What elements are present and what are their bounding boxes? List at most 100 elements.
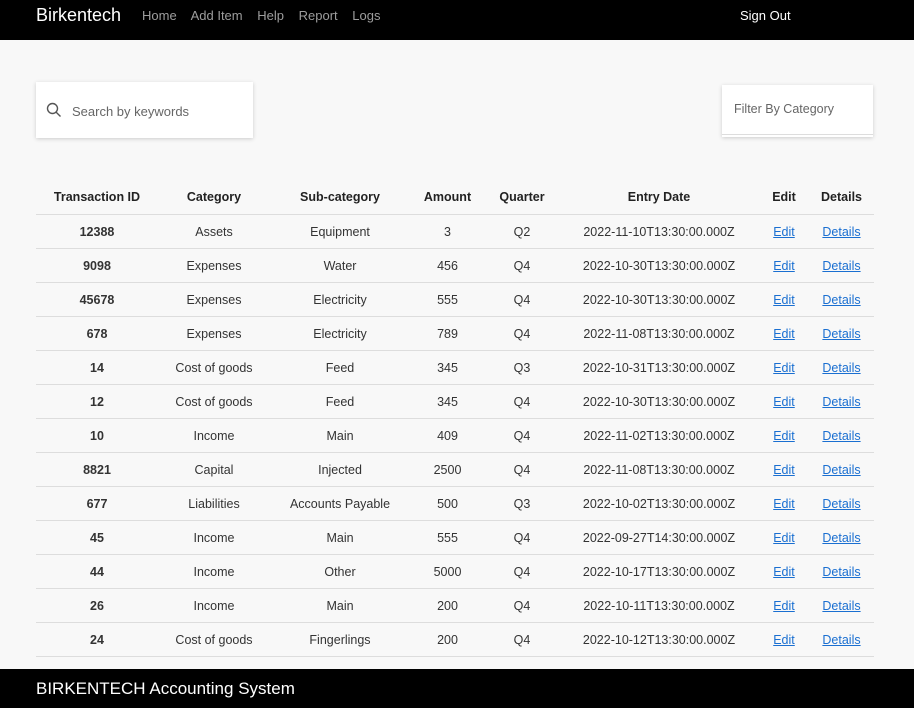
transaction-id-cell: 8821 bbox=[36, 452, 158, 487]
table-row: 24 Cost of goods Fingerlings 200 Q4 2022-10-1… bbox=[36, 622, 874, 657]
details-link[interactable]: Details bbox=[822, 599, 860, 613]
brand-logo[interactable]: Birkentech bbox=[36, 5, 121, 26]
details-link[interactable]: Details bbox=[822, 565, 860, 579]
quarter-cell: Q3 bbox=[485, 486, 559, 521]
search-box bbox=[36, 82, 253, 138]
search-icon bbox=[46, 102, 62, 123]
details-cell: Details bbox=[809, 214, 874, 249]
category-cell: Assets bbox=[158, 214, 270, 249]
details-link[interactable]: Details bbox=[822, 497, 860, 511]
details-cell: Details bbox=[809, 316, 874, 351]
table-row: 677 Liabilities Accounts Payable 500 Q3 2022-… bbox=[36, 486, 874, 521]
filter-placeholder: Filter By Category bbox=[734, 102, 835, 116]
transaction-id-cell: 677 bbox=[36, 486, 158, 521]
details-link[interactable]: Details bbox=[822, 429, 860, 443]
edit-link[interactable]: Edit bbox=[773, 293, 795, 307]
quarter-cell: Q4 bbox=[485, 554, 559, 589]
amount-cell: 345 bbox=[410, 384, 485, 419]
amount-cell: 409 bbox=[410, 418, 485, 453]
sub-category-cell: Main bbox=[270, 418, 410, 453]
edit-cell: Edit bbox=[759, 316, 809, 351]
sub-category-cell: Accounts Payable bbox=[270, 486, 410, 521]
edit-cell: Edit bbox=[759, 520, 809, 555]
category-cell: Cost of goods bbox=[158, 384, 270, 419]
nav-help-link[interactable]: Help bbox=[257, 8, 284, 23]
category-cell: Income bbox=[158, 520, 270, 555]
table-row: 45 Income Main 555 Q4 2022-09-27T14:30:00.000… bbox=[36, 520, 874, 555]
entry-date-cell: 2022-09-27T14:30:00.000Z bbox=[559, 520, 759, 555]
details-link[interactable]: Details bbox=[822, 531, 860, 545]
category-cell: Expenses bbox=[158, 316, 270, 351]
details-cell: Details bbox=[809, 622, 874, 657]
details-link[interactable]: Details bbox=[822, 361, 860, 375]
details-cell: Details bbox=[809, 588, 874, 623]
details-cell: Details bbox=[809, 384, 874, 419]
amount-cell: 789 bbox=[410, 316, 485, 351]
details-link[interactable]: Details bbox=[822, 633, 860, 647]
entry-date-cell: 2022-11-10T13:30:00.000Z bbox=[559, 214, 759, 249]
edit-link[interactable]: Edit bbox=[773, 327, 795, 341]
nav-home-link[interactable]: Home bbox=[142, 8, 177, 23]
edit-cell: Edit bbox=[759, 486, 809, 521]
edit-link[interactable]: Edit bbox=[773, 259, 795, 273]
amount-cell: 555 bbox=[410, 282, 485, 317]
quarter-cell: Q4 bbox=[485, 248, 559, 283]
transaction-id-cell: 12388 bbox=[36, 214, 158, 249]
filter-by-category-select[interactable]: Filter By Category bbox=[722, 85, 873, 137]
search-input[interactable] bbox=[70, 99, 244, 123]
details-cell: Details bbox=[809, 452, 874, 487]
edit-cell: Edit bbox=[759, 554, 809, 589]
category-cell: Capital bbox=[158, 452, 270, 487]
details-link[interactable]: Details bbox=[822, 259, 860, 273]
edit-link[interactable]: Edit bbox=[773, 361, 795, 375]
nav-logs-link[interactable]: Logs bbox=[352, 8, 380, 23]
header-details: Details bbox=[809, 180, 874, 215]
edit-link[interactable]: Edit bbox=[773, 565, 795, 579]
quarter-cell: Q4 bbox=[485, 588, 559, 623]
details-link[interactable]: Details bbox=[822, 225, 860, 239]
details-link[interactable]: Details bbox=[822, 463, 860, 477]
nav-report-link[interactable]: Report bbox=[299, 8, 338, 23]
details-link[interactable]: Details bbox=[822, 293, 860, 307]
sub-category-cell: Equipment bbox=[270, 214, 410, 249]
category-cell: Income bbox=[158, 554, 270, 589]
filter-underline bbox=[722, 134, 873, 135]
quarter-cell: Q4 bbox=[485, 384, 559, 419]
edit-link[interactable]: Edit bbox=[773, 463, 795, 477]
edit-link[interactable]: Edit bbox=[773, 497, 795, 511]
edit-link[interactable]: Edit bbox=[773, 429, 795, 443]
sub-category-cell: Fingerlings bbox=[270, 622, 410, 657]
table-row: 26 Income Main 200 Q4 2022-10-11T13:30:00.000… bbox=[36, 588, 874, 623]
footer: BIRKENTECH Accounting System bbox=[0, 669, 914, 708]
transaction-id-cell: 45678 bbox=[36, 282, 158, 317]
category-cell: Liabilities bbox=[158, 486, 270, 521]
transaction-id-cell: 24 bbox=[36, 622, 158, 657]
amount-cell: 500 bbox=[410, 486, 485, 521]
table-header-row: Transaction ID Category Sub-category Amo… bbox=[36, 180, 874, 215]
header-amount: Amount bbox=[410, 180, 485, 215]
table-body: 12388 Assets Equipment 3 Q2 2022-11-10T13:30:… bbox=[36, 214, 874, 657]
transaction-id-cell: 45 bbox=[36, 520, 158, 555]
entry-date-cell: 2022-10-17T13:30:00.000Z bbox=[559, 554, 759, 589]
amount-cell: 5000 bbox=[410, 554, 485, 589]
edit-link[interactable]: Edit bbox=[773, 633, 795, 647]
top-navbar: Birkentech Home Add Item Help Report Log… bbox=[0, 0, 914, 40]
edit-link[interactable]: Edit bbox=[773, 225, 795, 239]
entry-date-cell: 2022-10-11T13:30:00.000Z bbox=[559, 588, 759, 623]
details-cell: Details bbox=[809, 554, 874, 589]
sub-category-cell: Water bbox=[270, 248, 410, 283]
table-row: 14 Cost of goods Feed 345 Q3 2022-10-31T13:30… bbox=[36, 350, 874, 385]
nav-add-item-link[interactable]: Add Item bbox=[191, 8, 243, 23]
details-link[interactable]: Details bbox=[822, 327, 860, 341]
sign-out-link[interactable]: Sign Out bbox=[740, 8, 791, 23]
details-link[interactable]: Details bbox=[822, 395, 860, 409]
entry-date-cell: 2022-10-02T13:30:00.000Z bbox=[559, 486, 759, 521]
quarter-cell: Q4 bbox=[485, 418, 559, 453]
table-row: 45678 Expenses Electricity 555 Q4 2022-10-30T… bbox=[36, 282, 874, 317]
quarter-cell: Q4 bbox=[485, 622, 559, 657]
edit-link[interactable]: Edit bbox=[773, 599, 795, 613]
edit-link[interactable]: Edit bbox=[773, 395, 795, 409]
transaction-id-cell: 10 bbox=[36, 418, 158, 453]
edit-link[interactable]: Edit bbox=[773, 531, 795, 545]
edit-cell: Edit bbox=[759, 418, 809, 453]
